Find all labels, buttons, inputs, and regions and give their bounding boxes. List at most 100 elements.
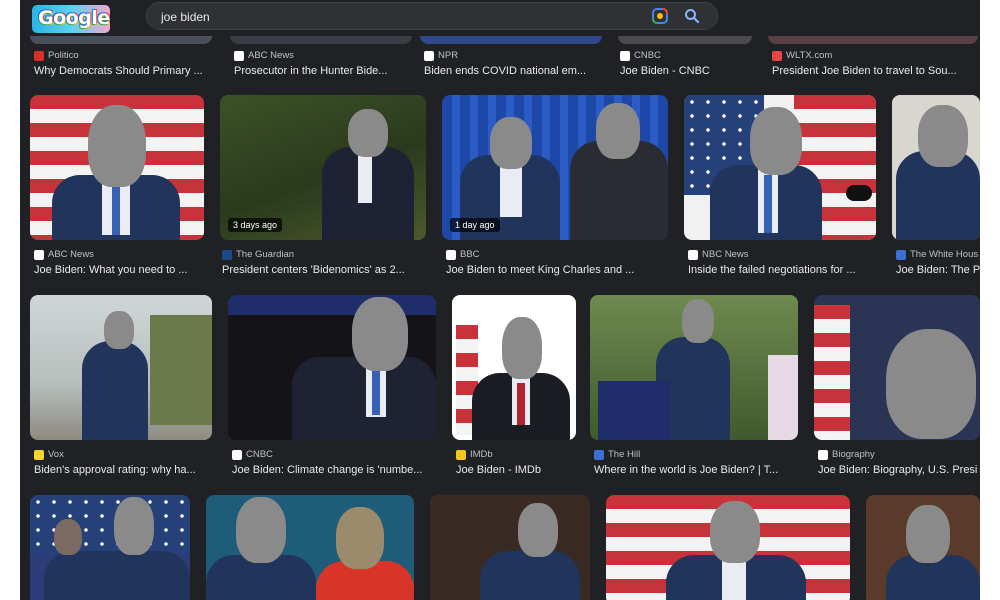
result-meta[interactable]: Biography Joe Biden: Biography, U.S. Pre… — [818, 448, 980, 476]
source-favicon — [594, 449, 604, 460]
source-favicon — [896, 249, 906, 260]
image-thumbnail[interactable] — [30, 95, 204, 240]
source-favicon — [232, 449, 242, 460]
podium — [598, 381, 670, 440]
face — [114, 497, 154, 555]
result-title[interactable]: Prosecutor in the Hunter Bide... — [234, 65, 434, 77]
result-source: WLTX.com — [786, 50, 833, 61]
image-thumbnail[interactable] — [30, 495, 190, 600]
image-thumbnail[interactable] — [866, 495, 980, 600]
result-meta[interactable]: WLTX.com President Joe Biden to travel t… — [772, 49, 977, 77]
image-thumbnail[interactable]: 1 day ago — [442, 95, 668, 240]
result-source: NPR — [438, 50, 459, 61]
result-title[interactable]: Inside the failed negotiations for ... — [688, 264, 878, 276]
search-icon[interactable] — [683, 7, 701, 25]
result-source: Biography — [832, 449, 875, 460]
time-badge: 3 days ago — [228, 218, 283, 232]
result-meta[interactable]: Vox Biden's approval rating: why ha... — [34, 448, 216, 476]
image-thumbnail[interactable] — [892, 95, 980, 240]
source-favicon — [818, 449, 828, 460]
search-input[interactable] — [161, 9, 621, 25]
result-title[interactable]: Joe Biden to meet King Charles and ... — [446, 264, 672, 276]
result-title[interactable]: President Joe Biden to travel to Sou... — [772, 65, 977, 77]
source-favicon — [34, 449, 44, 460]
image-results-page: Google Politico Why Democrats Should Pri… — [20, 0, 980, 600]
result-title[interactable]: Joe Biden: Climate change is 'numbe... — [232, 464, 440, 476]
face — [54, 519, 82, 555]
result-title[interactable]: Where in the world is Joe Biden? | T... — [594, 464, 804, 476]
person-silhouette — [292, 357, 436, 440]
result-source: CNBC — [246, 449, 273, 460]
result-source: ABC News — [248, 50, 294, 61]
logo-text: Google — [38, 7, 110, 29]
result-meta[interactable]: BBC Joe Biden to meet King Charles and .… — [446, 248, 672, 276]
result-meta[interactable]: NPR Biden ends COVID national em... — [424, 49, 624, 77]
image-thumbnail[interactable] — [590, 295, 798, 440]
source-favicon — [772, 50, 782, 61]
result-source: ABC News — [48, 249, 94, 260]
result-title[interactable]: Biden ends COVID national em... — [424, 65, 624, 77]
face — [596, 103, 640, 159]
face — [490, 117, 532, 169]
face — [906, 505, 950, 563]
source-favicon — [424, 50, 434, 61]
result-source: CNBC — [634, 50, 661, 61]
person-silhouette — [82, 341, 148, 440]
result-meta[interactable]: CNBC Joe Biden: Climate change is 'numbe… — [232, 448, 440, 476]
face — [750, 107, 802, 175]
face — [336, 507, 384, 569]
microphone-icon — [846, 185, 872, 201]
result-meta[interactable]: The Hill Where in the world is Joe Biden… — [594, 448, 804, 476]
face — [104, 311, 134, 349]
image-thumbnail[interactable] — [606, 495, 850, 600]
image-thumbnail[interactable] — [430, 495, 590, 600]
face — [352, 297, 408, 371]
image-thumbnail[interactable] — [30, 295, 212, 440]
face — [682, 299, 714, 343]
result-meta[interactable]: ABC News Prosecutor in the Hunter Bide..… — [234, 49, 434, 77]
result-title[interactable]: Biden's approval rating: why ha... — [34, 464, 216, 476]
result-meta[interactable]: ABC News Joe Biden: What you need to ... — [34, 248, 210, 276]
face — [710, 501, 760, 563]
image-thumbnail[interactable] — [206, 495, 414, 600]
search-box[interactable] — [146, 2, 718, 30]
face — [886, 329, 976, 439]
result-title[interactable]: President centers 'Bidenomics' as 2... — [222, 264, 432, 276]
image-thumbnail[interactable]: 3 days ago — [220, 95, 426, 240]
face — [918, 105, 968, 167]
result-meta[interactable]: The White Hous Joe Biden: The P — [896, 248, 980, 276]
result-source: The Guardian — [236, 249, 295, 260]
time-badge: 1 day ago — [450, 218, 500, 232]
face — [236, 497, 286, 563]
google-logo[interactable]: Google — [32, 5, 110, 33]
result-title[interactable]: Joe Biden: What you need to ... — [34, 264, 210, 276]
source-favicon — [34, 50, 44, 61]
image-thumbnail[interactable] — [814, 295, 980, 440]
source-favicon — [34, 249, 44, 260]
result-source: The White Hous — [910, 249, 979, 260]
face — [88, 105, 146, 187]
source-favicon — [620, 50, 630, 61]
result-title[interactable]: Joe Biden: The P — [896, 264, 980, 276]
result-meta[interactable]: NBC News Inside the failed negotiations … — [688, 248, 878, 276]
result-meta[interactable]: Politico Why Democrats Should Primary ..… — [34, 49, 234, 77]
person-silhouette — [480, 551, 580, 600]
person-silhouette — [44, 551, 190, 600]
image-thumbnail[interactable] — [684, 95, 876, 240]
source-favicon — [222, 249, 232, 260]
google-lens-icon[interactable] — [651, 7, 669, 25]
image-thumbnail[interactable] — [452, 295, 576, 440]
result-source: Politico — [48, 50, 79, 61]
source-favicon — [446, 249, 456, 260]
result-title[interactable]: Joe Biden: Biography, U.S. Presi — [818, 464, 980, 476]
result-title[interactable]: Why Democrats Should Primary ... — [34, 65, 234, 77]
result-meta[interactable]: IMDb Joe Biden - IMDb — [456, 448, 580, 476]
source-favicon — [688, 249, 698, 260]
image-thumbnail[interactable] — [228, 295, 436, 440]
source-favicon — [456, 449, 466, 460]
result-meta[interactable]: The Guardian President centers 'Bidenomi… — [222, 248, 432, 276]
result-source: Vox — [48, 449, 64, 460]
result-title[interactable]: Joe Biden - IMDb — [456, 464, 580, 476]
face — [502, 317, 542, 379]
search-header: Google — [20, 0, 980, 36]
